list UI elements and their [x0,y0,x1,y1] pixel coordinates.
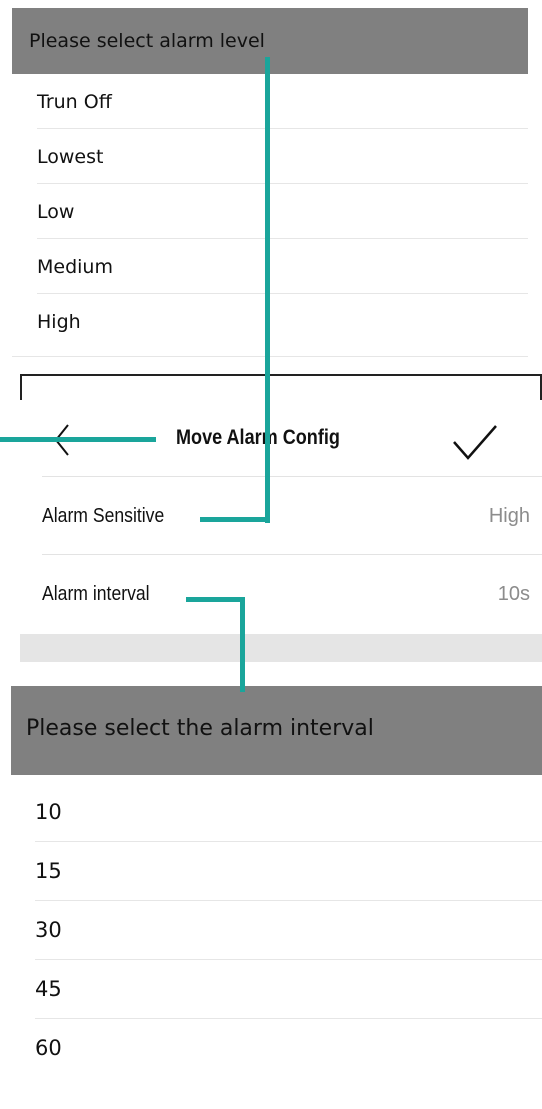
move-alarm-config-screen: Move Alarm Config Alarm Sensitive High A… [20,374,542,662]
alarm-interval-picker-title: Please select the alarm interval [11,686,542,775]
divider [20,374,22,400]
confirm-button[interactable] [450,422,500,464]
alarm-interval-option-30[interactable]: 30 [35,901,542,960]
callout-line [240,597,245,692]
divider [20,374,542,376]
checkmark-icon [453,425,497,460]
alarm-sensitive-value: High [488,505,530,527]
callout-line [200,517,270,522]
alarm-interval-option-10[interactable]: 10 [35,783,542,842]
callout-line [186,597,245,602]
alarm-sensitive-label: Alarm Sensitive [42,505,165,527]
alarm-interval-option-60[interactable]: 60 [35,1019,542,1078]
alarm-interval-value: 10s [497,583,530,605]
alarm-level-picker-title: Please select alarm level [12,8,528,74]
alarm-interval-option-45[interactable]: 45 [35,960,542,1019]
callout-line [0,437,156,442]
section-divider [20,634,542,662]
alarm-interval-label: Alarm interval [42,583,150,605]
divider [12,356,528,357]
alarm-level-option-low[interactable]: Low [37,184,528,239]
alarm-interval-option-15[interactable]: 15 [35,842,542,901]
alarm-level-option-high[interactable]: High [37,294,528,349]
alarm-level-option-medium[interactable]: Medium [37,239,528,294]
alarm-level-option-lowest[interactable]: Lowest [37,129,528,184]
callout-line [265,57,270,523]
alarm-interval-row[interactable]: Alarm interval 10s [42,554,542,635]
alarm-sensitive-row[interactable]: Alarm Sensitive High [42,476,542,555]
alarm-level-option-trun-off[interactable]: Trun Off [37,74,528,129]
page-title: Move Alarm Config [176,426,340,449]
